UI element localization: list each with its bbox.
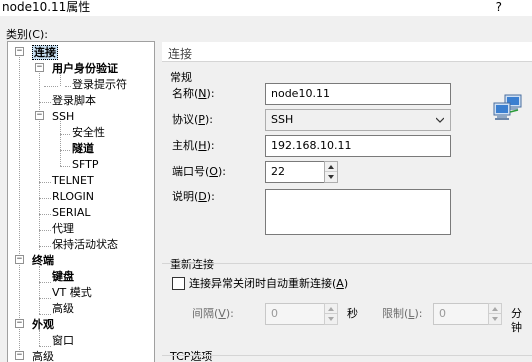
panel-header: 连接 xyxy=(162,42,532,62)
protocol-value: SSH xyxy=(271,113,294,126)
interval-input[interactable]: 0 xyxy=(265,303,325,325)
description-label: 说明(D): xyxy=(172,190,215,203)
tree-line xyxy=(39,246,51,247)
tree-line xyxy=(60,166,70,167)
tree-item-serial[interactable]: SERIAL xyxy=(52,205,90,220)
tree-line xyxy=(39,266,40,314)
tree-line xyxy=(39,214,51,215)
tree-line xyxy=(39,298,51,299)
tree-item-keepalive[interactable]: 保持活动状态 xyxy=(52,237,118,252)
expander-connection-icon[interactable]: − xyxy=(15,47,24,56)
tree-line xyxy=(39,198,51,199)
expander-advanced-icon[interactable]: − xyxy=(15,351,24,360)
tree-line xyxy=(39,330,40,346)
tree-item-user-auth[interactable]: 用户身份验证 xyxy=(52,61,118,76)
expander-terminal-icon[interactable]: − xyxy=(15,255,24,264)
host-input[interactable]: 192.168.10.11 xyxy=(265,135,451,157)
tree-line xyxy=(39,182,51,183)
auto-reconnect-label[interactable]: 连接异常关闭时自动重新连接(A) xyxy=(189,277,348,291)
tree-item-ssh[interactable]: SSH xyxy=(52,109,74,124)
tree-item-terminal-advanced[interactable]: 高级 xyxy=(52,301,74,316)
name-input[interactable]: node10.11 xyxy=(265,83,451,105)
tree-line xyxy=(60,150,70,151)
limit-label: 限制(L): xyxy=(382,307,423,320)
interval-label: 间隔(V): xyxy=(192,307,234,320)
spin-up-icon[interactable] xyxy=(325,304,337,314)
auto-reconnect-checkbox[interactable] xyxy=(172,277,185,290)
interval-unit: 秒 xyxy=(347,307,358,320)
panel-title: 连接 xyxy=(168,47,193,61)
tree-item-tunnel[interactable]: 隧道 xyxy=(72,141,94,156)
tree-line xyxy=(60,134,70,135)
expander-ssh-icon[interactable]: − xyxy=(35,111,44,120)
tree-item-window[interactable]: 窗口 xyxy=(52,333,74,348)
tree-line xyxy=(39,282,51,283)
title-bar: node10.11属性 ? xyxy=(0,0,532,16)
expander-appearance-icon[interactable]: − xyxy=(15,319,24,328)
tree-line xyxy=(39,70,40,250)
tree-item-keyboard[interactable]: 键盘 xyxy=(52,269,74,284)
spin-down-icon[interactable] xyxy=(489,314,501,324)
limit-input[interactable]: 0 xyxy=(433,303,489,325)
tree-item-login-prompt[interactable]: 登录提示符 xyxy=(72,77,127,92)
tree-item-appearance[interactable]: 外观 xyxy=(32,317,54,332)
port-input[interactable]: 22 xyxy=(265,161,325,183)
port-label: 端口号(O): xyxy=(172,165,226,178)
tree-item-connection[interactable]: 连接 xyxy=(32,45,58,60)
tree-line xyxy=(44,86,58,87)
tree-item-terminal[interactable]: 终端 xyxy=(32,253,54,268)
port-spinner[interactable] xyxy=(324,161,338,183)
protocol-label: 协议(P): xyxy=(172,113,213,126)
name-label: 名称(N): xyxy=(172,87,215,100)
spin-up-icon[interactable] xyxy=(325,162,337,172)
tree-item-login-script[interactable]: 登录脚本 xyxy=(52,93,96,108)
tree-line xyxy=(39,314,51,315)
tree-line xyxy=(60,118,61,166)
interval-spinner[interactable] xyxy=(324,303,338,325)
tree-item-vt-mode[interactable]: VT 模式 xyxy=(52,285,92,300)
spin-down-icon[interactable] xyxy=(325,314,337,324)
spin-up-icon[interactable] xyxy=(489,304,501,314)
tree-item-rlogin[interactable]: RLOGIN xyxy=(52,189,94,204)
tree-item-sftp[interactable]: SFTP xyxy=(72,157,98,172)
limit-spinner[interactable] xyxy=(488,303,502,325)
description-textarea[interactable] xyxy=(265,189,451,235)
tree-item-proxy[interactable]: 代理 xyxy=(52,221,74,236)
limit-unit: 分钟 xyxy=(511,307,522,334)
help-button[interactable]: ? xyxy=(496,0,502,14)
tree-line xyxy=(39,102,51,103)
spin-down-icon[interactable] xyxy=(325,172,337,182)
chevron-down-icon xyxy=(436,117,444,123)
general-section-title: 常规 xyxy=(170,71,192,84)
tree-item-telnet[interactable]: TELNET xyxy=(52,173,94,188)
tcp-group xyxy=(162,355,532,362)
network-computers-icon xyxy=(493,94,522,120)
category-label: 类别(C): xyxy=(6,28,48,41)
reconnect-group xyxy=(162,263,532,338)
expander-auth-icon[interactable]: − xyxy=(35,63,44,72)
category-tree[interactable]: − − − − − − 连接 用户身份验证 登录提示符 登录脚本 SSH 安全性… xyxy=(7,41,155,362)
window-title: node10.11属性 xyxy=(2,0,91,14)
tree-line xyxy=(65,86,71,87)
tree-line xyxy=(19,54,20,354)
tree-item-advanced[interactable]: 高级 xyxy=(32,349,54,362)
protocol-select[interactable]: SSH xyxy=(265,109,451,131)
tree-item-security[interactable]: 安全性 xyxy=(72,125,105,140)
tree-line xyxy=(39,346,51,347)
tree-line xyxy=(39,230,51,231)
host-label: 主机(H): xyxy=(172,139,215,152)
